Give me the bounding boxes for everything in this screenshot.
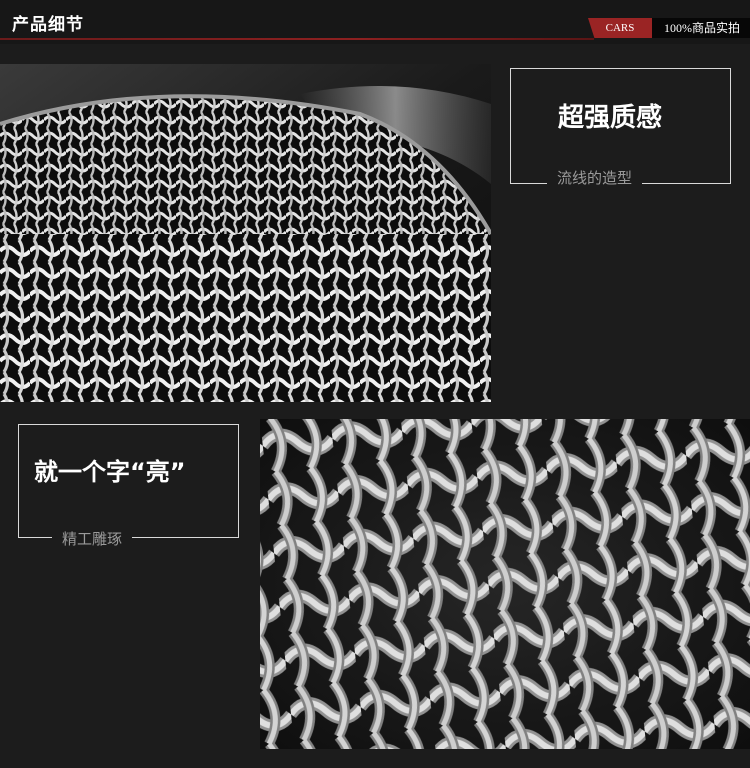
- feature-subtitle-2: 精工雕琢: [52, 528, 133, 549]
- mesh-photo-closeup: [260, 419, 750, 749]
- feature-title-1: 超强质感: [558, 103, 663, 133]
- feature-subtitle-1: 流线的造型: [547, 167, 643, 188]
- real-photo-tag: 100%商品实拍: [652, 18, 750, 38]
- section-title: 产品细节: [12, 15, 84, 35]
- feature-title-2: 就一个字“亮”: [34, 458, 186, 486]
- header-divider: [0, 38, 594, 40]
- brand-tag: CARS: [588, 18, 652, 38]
- mesh-photo-overview: [0, 64, 491, 402]
- section-header: 产品细节 CARS 100%商品实拍: [0, 0, 750, 44]
